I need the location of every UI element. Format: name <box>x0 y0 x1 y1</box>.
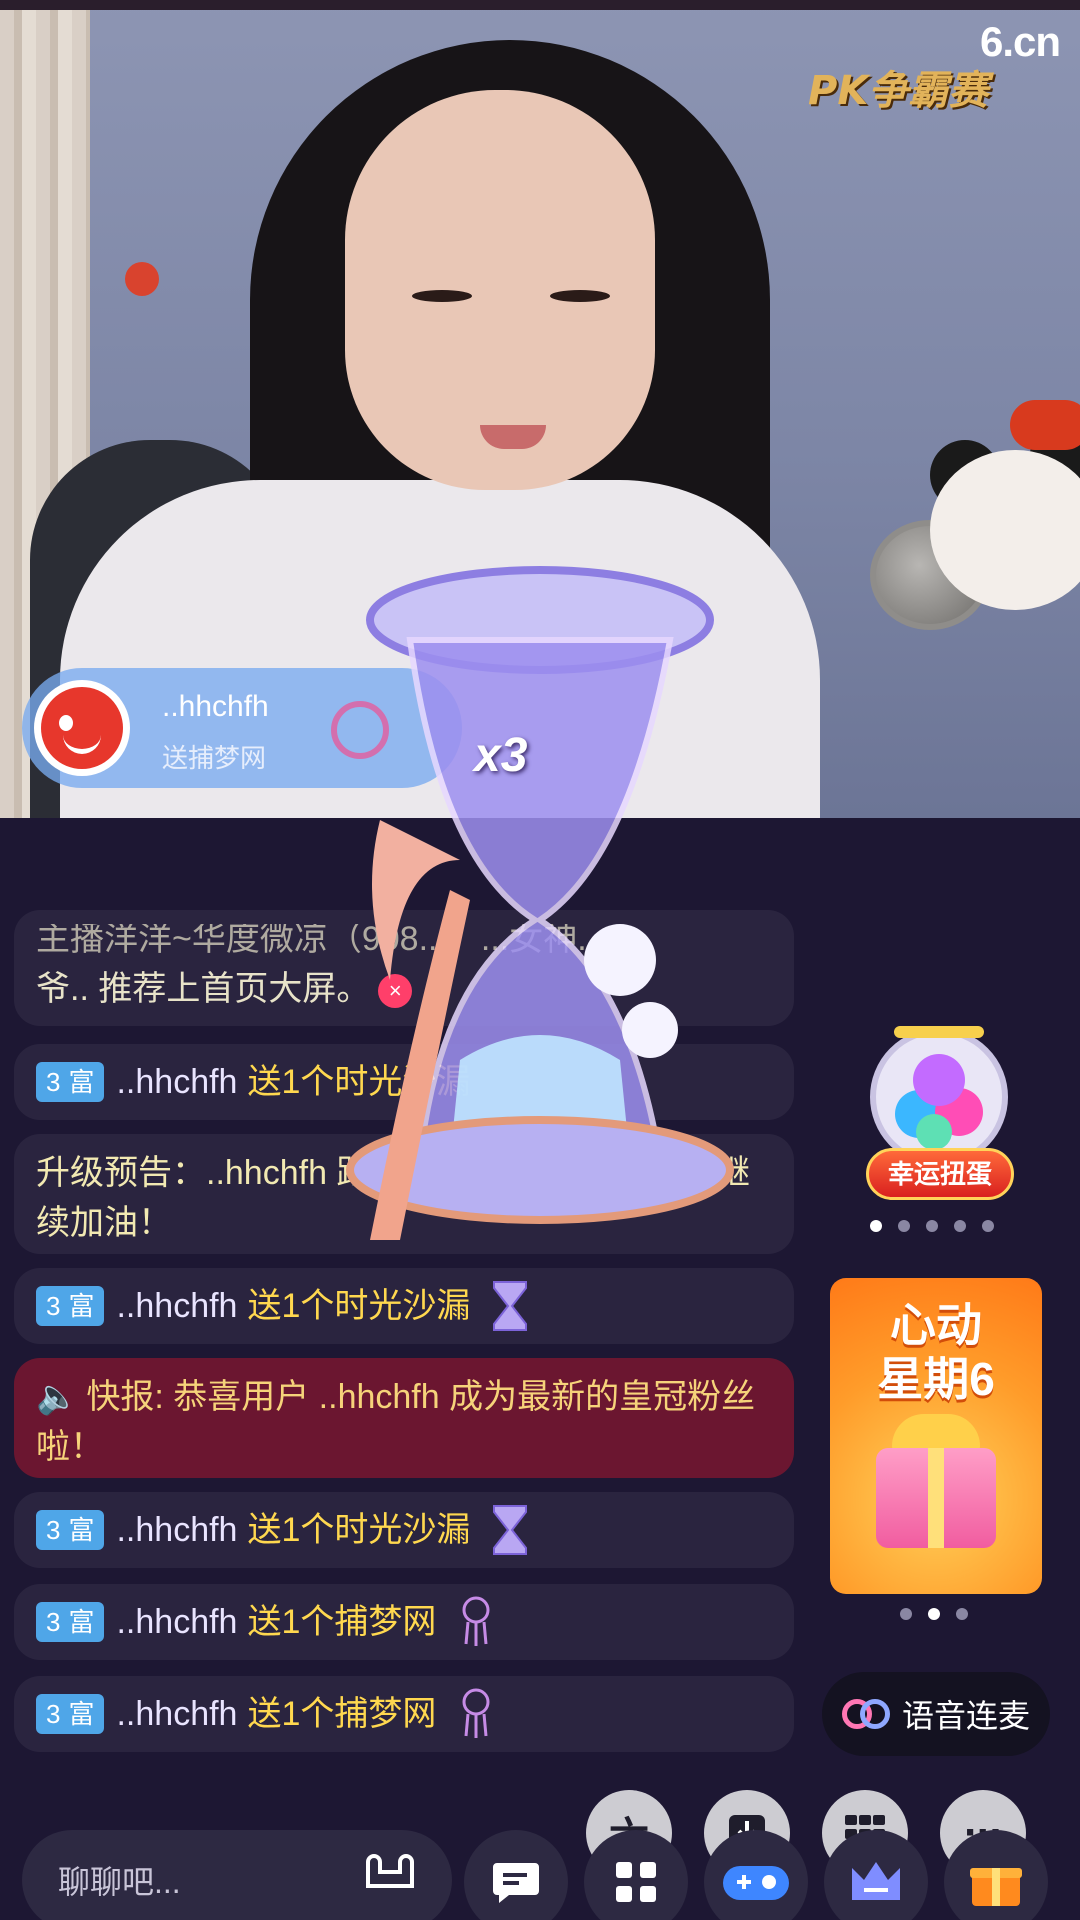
banner-carousel-dots <box>900 1608 968 1620</box>
chat-placeholder: 聊聊吧... <box>58 1864 181 1900</box>
gacha-carousel-dots <box>870 1220 994 1232</box>
streamer-eye-right <box>550 290 610 302</box>
chat-username[interactable]: ..hhchfh <box>116 1597 237 1647</box>
list-item: 🔈 快报: 恭喜用户 ..hhchfh 成为最新的皇冠粉丝啦！ <box>14 1358 794 1478</box>
site-logo: 6.cn <box>980 18 1061 65</box>
sofa-icon[interactable] <box>362 1848 418 1892</box>
alert-message: 快报: 恭喜用户 ..hhchfh 成为最新的皇冠粉丝啦！ <box>36 1378 756 1466</box>
chat-username[interactable]: ..hhchfh <box>116 1689 237 1739</box>
gacha-button[interactable]: 幸运扭蛋 <box>866 1148 1014 1200</box>
gift-icon <box>970 1868 1022 1906</box>
chat-username[interactable]: ..hhchfh <box>116 1057 237 1107</box>
chat-username[interactable]: ..hhchfh <box>116 1281 237 1331</box>
dreamcatcher-icon <box>462 1688 490 1738</box>
carousel-dot <box>982 1220 994 1232</box>
crown-icon <box>852 1862 900 1900</box>
avatar-face-icon <box>41 687 123 769</box>
voice-link-button[interactable]: 语音连麦 <box>822 1672 1050 1756</box>
promo-banner[interactable]: 心动 星期6 <box>830 1278 1042 1594</box>
bottom-bar: 聊聊吧... <box>0 1818 1080 1920</box>
gift-box-icon <box>876 1448 996 1548</box>
gift-text: 送1个捕梦网 <box>247 1695 437 1733</box>
gift-text: 送1个捕梦网 <box>247 1603 437 1641</box>
level-badge: 3富 <box>36 1510 105 1550</box>
background-flower <box>125 262 159 296</box>
speaker-icon: 🔈 <box>36 1378 79 1416</box>
hourglass-gift-animation <box>331 566 734 1240</box>
streamer-eye-left <box>412 290 472 302</box>
chat-bubble-button[interactable] <box>464 1830 568 1920</box>
game-button[interactable] <box>704 1830 808 1920</box>
crown-button[interactable] <box>824 1830 928 1920</box>
level-badge: 3富 <box>36 1286 105 1326</box>
chat-username[interactable]: ..hhchfh <box>116 1505 237 1555</box>
link-rings-icon <box>841 1699 890 1729</box>
list-item: 3富 ..hhchfh 送1个时光沙漏 <box>14 1492 794 1568</box>
pk-badge[interactable]: PK争霸赛 <box>808 58 988 116</box>
gift-button[interactable] <box>944 1830 1048 1920</box>
gamepad-icon <box>723 1866 789 1900</box>
carousel-dot <box>870 1220 882 1232</box>
gift-multiplier: x3 <box>474 729 528 782</box>
dreamcatcher-icon <box>462 1596 490 1646</box>
level-badge: 3富 <box>36 1602 105 1642</box>
chat-bubble-icon <box>493 1863 539 1903</box>
banner-title: 心动 星期6 <box>877 1299 995 1405</box>
list-item: 3富 ..hhchfh 送1个捕梦网 <box>14 1676 794 1752</box>
carousel-dot <box>954 1220 966 1232</box>
carousel-dot <box>898 1220 910 1232</box>
voice-link-label: 语音连麦 <box>901 1698 1030 1734</box>
carousel-dot <box>900 1608 912 1620</box>
carousel-dot <box>926 1220 938 1232</box>
apps-grid-button[interactable] <box>584 1830 688 1920</box>
list-item: 3富 ..hhchfh 送1个捕梦网 <box>14 1584 794 1660</box>
gift-notice-action: 送捕梦网 <box>162 743 267 773</box>
hourglass-icon <box>493 1505 528 1555</box>
top-status-strip <box>0 0 1080 10</box>
hourglass-icon <box>493 1281 528 1331</box>
gift-notice-user: ..hhchfh <box>162 690 269 723</box>
list-item: 3富 ..hhchfh 送1个时光沙漏 <box>14 1268 794 1344</box>
level-badge: 3富 <box>36 1694 105 1734</box>
gift-text: 送1个时光沙漏 <box>247 1287 471 1325</box>
carousel-dot <box>928 1608 940 1620</box>
grid-icon <box>616 1862 656 1902</box>
carousel-dot <box>956 1608 968 1620</box>
level-badge: 3富 <box>36 1062 105 1102</box>
avatar[interactable] <box>34 680 130 776</box>
plush-bow <box>1010 400 1080 450</box>
gift-text: 送1个时光沙漏 <box>247 1511 471 1549</box>
